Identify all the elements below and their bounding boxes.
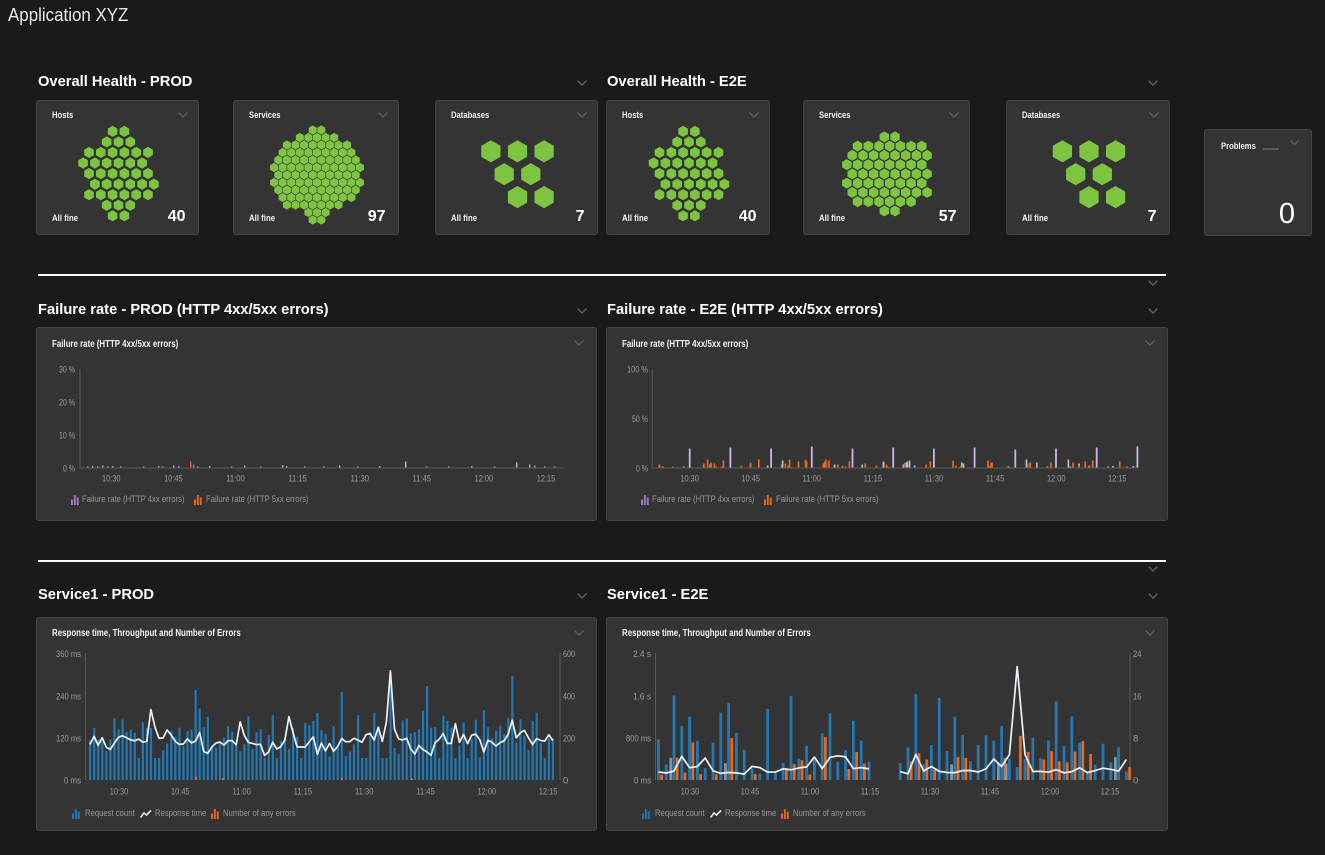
svg-text:11:30: 11:30	[350, 474, 369, 485]
svg-text:0 ms: 0 ms	[634, 776, 651, 787]
svg-text:11:00: 11:00	[226, 474, 245, 485]
svg-text:11:45: 11:45	[413, 474, 432, 485]
svg-text:12:00: 12:00	[1047, 474, 1066, 485]
svg-text:11:00: 11:00	[232, 787, 251, 798]
svg-text:240 ms: 240 ms	[56, 691, 81, 702]
svg-text:11:30: 11:30	[921, 787, 940, 798]
svg-text:100 %: 100 %	[627, 365, 648, 376]
svg-text:11:00: 11:00	[803, 474, 822, 485]
svg-text:12:15: 12:15	[1108, 474, 1127, 485]
svg-text:0: 0	[563, 776, 568, 787]
svg-text:10:30: 10:30	[681, 787, 700, 798]
svg-text:20 %: 20 %	[59, 398, 75, 409]
svg-text:11:15: 11:15	[864, 474, 883, 485]
svg-text:10:45: 10:45	[741, 474, 760, 485]
svg-text:2.4 s: 2.4 s	[633, 649, 651, 660]
svg-text:12:15: 12:15	[539, 787, 558, 798]
svg-text:400: 400	[563, 691, 575, 702]
svg-text:11:30: 11:30	[925, 474, 944, 485]
svg-text:11:15: 11:15	[294, 787, 313, 798]
svg-text:30 %: 30 %	[59, 365, 75, 376]
svg-text:11:45: 11:45	[986, 474, 1005, 485]
svg-text:11:30: 11:30	[355, 787, 374, 798]
svg-text:12:00: 12:00	[1041, 787, 1060, 798]
svg-text:24: 24	[1133, 649, 1142, 660]
svg-text:360 ms: 360 ms	[56, 649, 81, 660]
svg-text:0 %: 0 %	[636, 464, 648, 475]
svg-text:0 %: 0 %	[63, 464, 75, 475]
svg-text:12:00: 12:00	[478, 787, 497, 798]
svg-text:11:45: 11:45	[416, 787, 435, 798]
svg-text:16: 16	[1133, 691, 1142, 702]
svg-text:11:00: 11:00	[801, 787, 820, 798]
svg-text:50 %: 50 %	[632, 414, 648, 425]
svg-text:12:15: 12:15	[537, 474, 556, 485]
svg-text:0: 0	[1133, 776, 1138, 787]
svg-text:10 %: 10 %	[59, 431, 75, 442]
svg-text:800 ms: 800 ms	[626, 734, 651, 745]
svg-text:600: 600	[563, 649, 575, 660]
svg-text:200: 200	[563, 734, 575, 745]
svg-text:8: 8	[1133, 734, 1138, 745]
svg-text:11:15: 11:15	[861, 787, 880, 798]
svg-text:10:30: 10:30	[102, 474, 121, 485]
svg-text:0 ms: 0 ms	[64, 776, 81, 787]
svg-text:10:45: 10:45	[164, 474, 183, 485]
svg-text:1.6 s: 1.6 s	[633, 691, 651, 702]
svg-text:12:00: 12:00	[475, 474, 494, 485]
svg-text:11:45: 11:45	[981, 787, 1000, 798]
svg-text:10:30: 10:30	[680, 474, 699, 485]
svg-text:120 ms: 120 ms	[56, 734, 81, 745]
svg-text:12:15: 12:15	[1101, 787, 1120, 798]
svg-text:11:15: 11:15	[288, 474, 307, 485]
svg-text:10:45: 10:45	[741, 787, 760, 798]
svg-text:10:30: 10:30	[110, 787, 129, 798]
svg-text:10:45: 10:45	[171, 787, 190, 798]
